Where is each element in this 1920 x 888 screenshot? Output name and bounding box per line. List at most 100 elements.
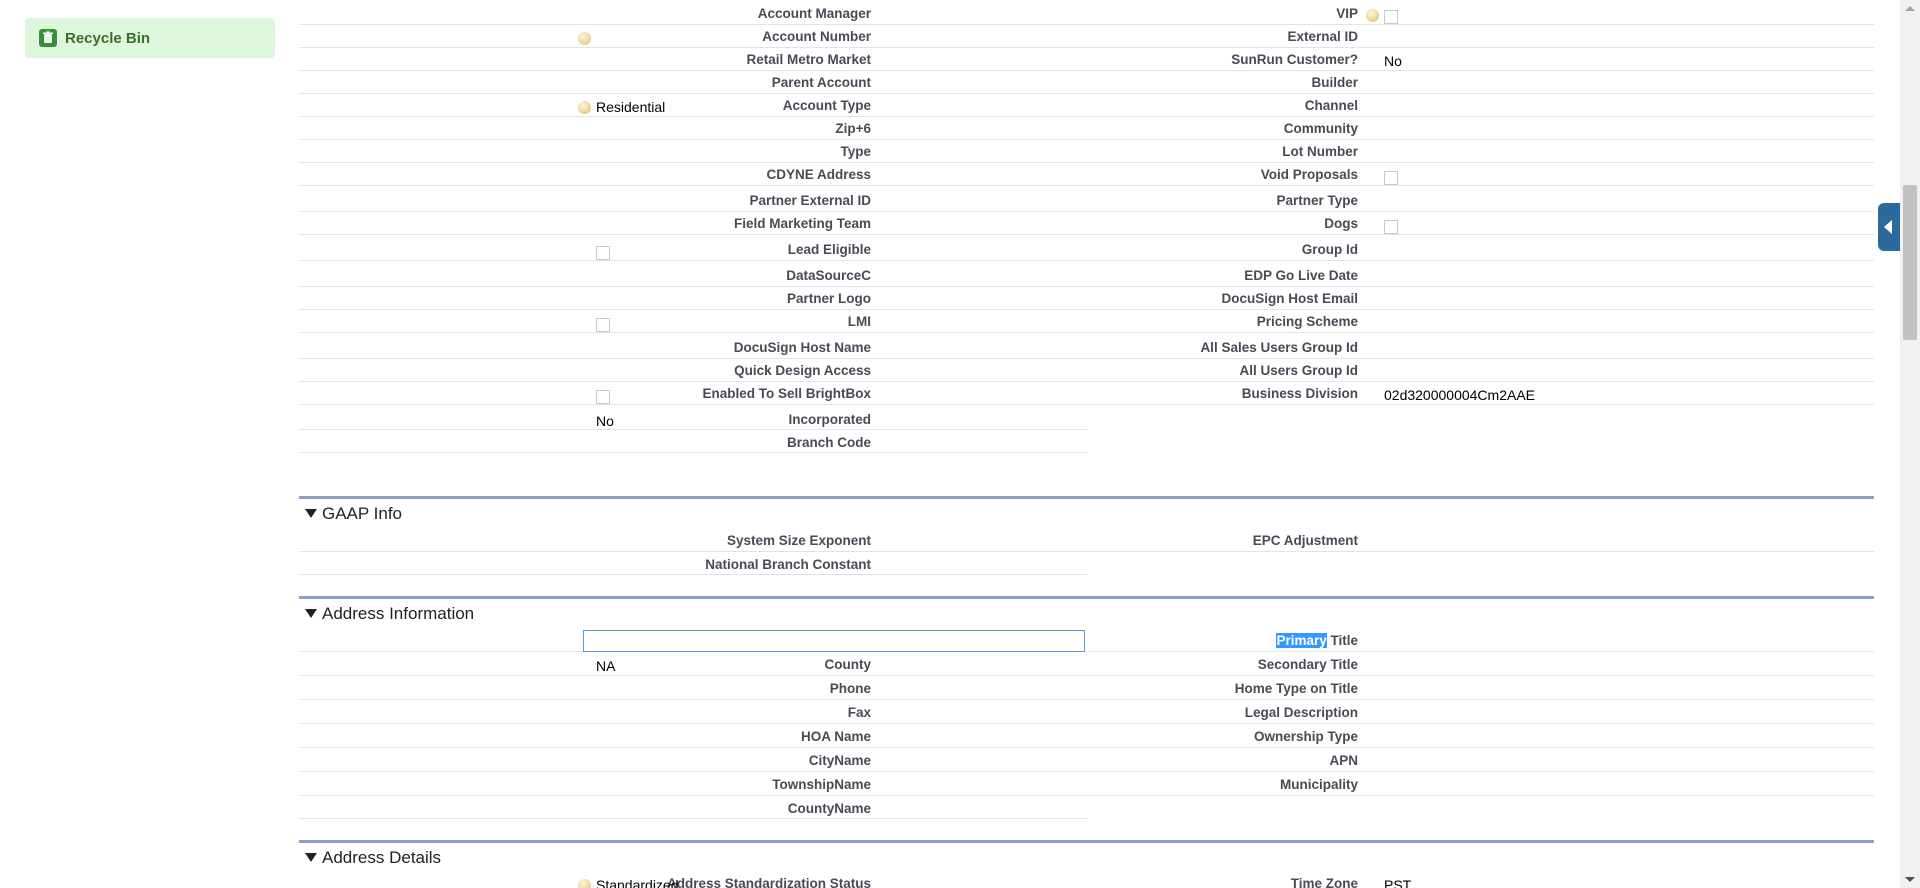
- help-icon[interactable]: [578, 101, 591, 114]
- field-label: System Size Exponent: [726, 533, 871, 548]
- field-label: Address Standardization Status: [666, 876, 871, 888]
- field-label: Home Type on Title: [1234, 681, 1358, 696]
- field-label: Legal Description: [1244, 705, 1358, 720]
- detail-row: CDYNE Address Void Proposals: [299, 161, 1874, 186]
- section-address-details[interactable]: Address Details: [299, 840, 1874, 871]
- detail-row: Fax Legal Description: [299, 699, 1874, 724]
- field-label: Parent Account: [771, 75, 871, 90]
- detail-row: Incorporated No: [299, 406, 1874, 430]
- page-scrollbar[interactable]: [1900, 0, 1920, 888]
- field-label: DataSourceC: [786, 268, 871, 283]
- recycle-bin-link[interactable]: Recycle Bin: [25, 18, 275, 58]
- field-label: Partner External ID: [749, 193, 871, 208]
- field-checkbox: [1384, 171, 1398, 185]
- chevron-left-icon: [1884, 220, 1892, 234]
- help-icon[interactable]: [578, 879, 591, 888]
- detail-row: County NA Secondary Title: [299, 651, 1874, 676]
- field-label: SunRun Customer?: [1231, 52, 1358, 67]
- field-label: Time Zone: [1290, 876, 1358, 888]
- field-value: No: [596, 413, 614, 429]
- field-label: Enabled To Sell BrightBox: [702, 386, 871, 401]
- help-icon[interactable]: [578, 32, 591, 45]
- field-label: Partner Logo: [786, 291, 871, 306]
- field-label: Dogs: [1324, 216, 1358, 231]
- detail-row: Enabled To Sell BrightBox Business Divisi…: [299, 380, 1874, 405]
- sidebar-collapse-tab[interactable]: [1878, 203, 1900, 251]
- field-label: Type: [840, 144, 871, 159]
- field-label: Retail Metro Market: [746, 52, 871, 67]
- detail-row: National Branch Constant: [299, 551, 1874, 575]
- field-label: County: [824, 657, 872, 672]
- field-label: Branch Code: [786, 435, 871, 450]
- field-label: National Branch Constant: [705, 557, 871, 572]
- field-label: Phone: [829, 681, 871, 696]
- scroll-down-icon[interactable]: [1905, 877, 1915, 882]
- field-label: EPC Adjustment: [1252, 533, 1358, 548]
- detail-row: Partner External ID Partner Type: [299, 187, 1874, 212]
- scroll-up-icon[interactable]: [1905, 6, 1915, 11]
- selected-text: Primary: [1276, 633, 1327, 648]
- field-label: Void Proposals: [1260, 167, 1358, 182]
- field-label: Fax: [847, 705, 871, 720]
- detail-row: DataSourceC EDP Go Live Date: [299, 262, 1874, 287]
- detail-row: Branch Code: [299, 429, 1874, 453]
- detail-row: Phone Home Type on Title: [299, 675, 1874, 700]
- detail-row: LMI Pricing Scheme: [299, 308, 1874, 333]
- field-label: Quick Design Access: [734, 363, 871, 378]
- section-title: GAAP Info: [322, 504, 403, 523]
- collapse-triangle-icon[interactable]: [305, 609, 317, 618]
- field-value: 02d320000004Cm2AAE: [1384, 387, 1536, 403]
- collapse-triangle-icon[interactable]: [305, 509, 317, 518]
- field-label: All Sales Users Group Id: [1200, 340, 1358, 355]
- field-label: DocuSign Host Name: [733, 340, 871, 355]
- detail-row: Account Manager VIP: [299, 0, 1874, 25]
- field-label: EDP Go Live Date: [1244, 268, 1358, 283]
- detail-row: CountyName: [299, 795, 1874, 819]
- scrollbar-thumb[interactable]: [1903, 185, 1917, 340]
- field-label: APN: [1329, 753, 1358, 768]
- detail-row: System Size Exponent EPC Adjustment: [299, 527, 1874, 552]
- detail-row: Field Marketing Team Dogs: [299, 210, 1874, 235]
- field-label: HOA Name: [800, 729, 871, 744]
- detail-row: Quick Design Access All Users Group Id: [299, 357, 1874, 382]
- section-address-information[interactable]: Address Information: [299, 596, 1874, 627]
- field-label: All Users Group Id: [1239, 363, 1358, 378]
- field-label: Business Division: [1241, 386, 1358, 401]
- field-checkbox: [596, 246, 610, 260]
- field-value: Standardized: [596, 877, 679, 888]
- section-gaap-info[interactable]: GAAP Info: [299, 496, 1874, 527]
- field-label-rest: Title: [1326, 633, 1358, 648]
- field-checkbox: [1384, 220, 1398, 234]
- detail-row: Account Type Residential Channel: [299, 92, 1874, 117]
- field-label: LMI: [847, 314, 871, 329]
- field-checkbox: [1384, 10, 1398, 24]
- detail-row: Account Number External ID: [299, 23, 1874, 48]
- field-label: Community: [1283, 121, 1358, 136]
- field-label: Ownership Type: [1253, 729, 1358, 744]
- billing-address-input[interactable]: [583, 630, 1085, 652]
- detail-row: Type Lot Number: [299, 138, 1874, 163]
- field-label: Zip+6: [835, 121, 871, 136]
- field-label: Secondary Title: [1257, 657, 1358, 672]
- detail-row: Zip+6 Community: [299, 115, 1874, 140]
- field-checkbox: [596, 390, 610, 404]
- field-label: CityName: [808, 753, 871, 768]
- field-label: VIP: [1336, 6, 1358, 21]
- field-label-primary-title: Primary Title: [1276, 633, 1358, 648]
- detail-row: Lead Eligible Group Id: [299, 236, 1874, 261]
- detail-row: HOA Name Ownership Type: [299, 723, 1874, 748]
- field-label: Account Manager: [757, 6, 871, 21]
- help-icon[interactable]: [1366, 9, 1379, 22]
- section-title: Address Information: [322, 604, 475, 623]
- detail-row: CityName APN: [299, 747, 1874, 772]
- field-label: Lot Number: [1282, 144, 1358, 159]
- field-label: Lead Eligible: [787, 242, 871, 257]
- recycle-bin-label: Recycle Bin: [65, 30, 151, 47]
- section-title: Address Details: [322, 848, 442, 867]
- field-label: Municipality: [1279, 777, 1358, 792]
- field-label: Account Number: [762, 29, 871, 44]
- collapse-triangle-icon[interactable]: [305, 853, 317, 862]
- detail-row: Billing AddressPrimary Title: [299, 627, 1874, 652]
- field-label: Incorporated: [788, 412, 871, 427]
- field-label: CDYNE Address: [766, 167, 871, 182]
